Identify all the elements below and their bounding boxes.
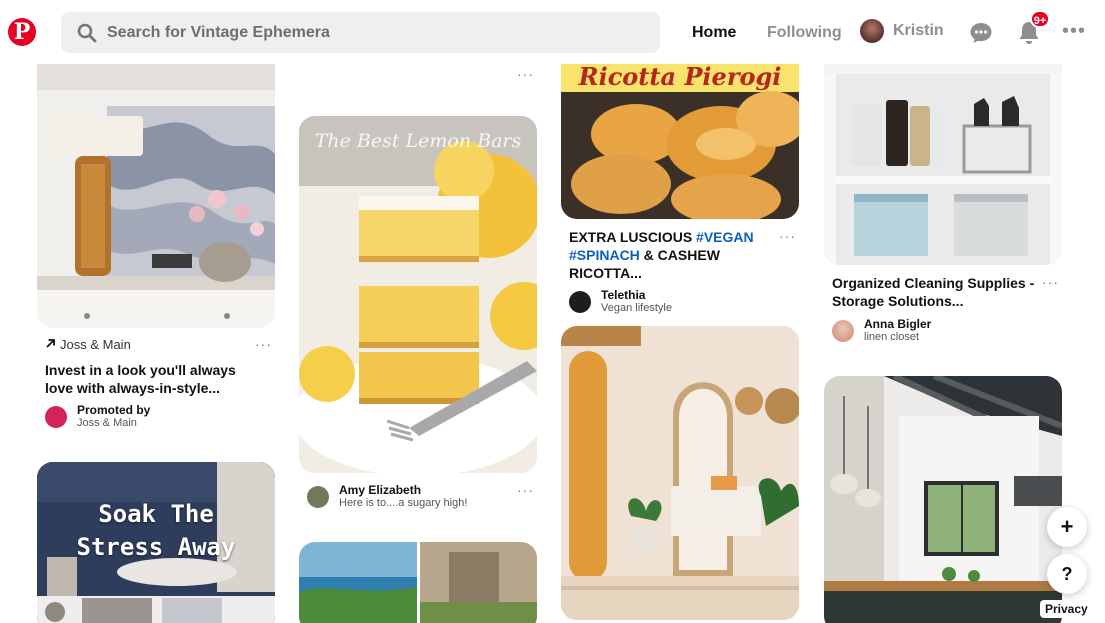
search-input[interactable] xyxy=(107,23,627,42)
cleaning-shelves-illustration xyxy=(824,64,1062,265)
pin-more-button[interactable]: ··· xyxy=(517,482,534,498)
pin-note: Here is to....a sugary high! xyxy=(339,497,468,509)
promoter-info: Promoted by Joss & Main xyxy=(77,404,150,430)
pin-more-button[interactable]: ··· xyxy=(779,228,796,244)
boho-room-illustration xyxy=(561,326,799,620)
messages-icon[interactable] xyxy=(969,21,993,45)
pin-title[interactable]: EXTRA LUSCIOUS #VEGAN #SPINACH & CASHEW … xyxy=(569,228,769,282)
pin-image-home-decor[interactable] xyxy=(37,64,275,328)
promoter-name: Joss & Main xyxy=(77,417,137,429)
pin-image-lemon-bars[interactable]: The Best Lemon Bars xyxy=(299,116,537,473)
pin-title[interactable]: Invest in a look you'll always love with… xyxy=(45,361,265,397)
title-text: RICOTTA... xyxy=(569,265,642,281)
pin-pinner[interactable]: Telethia Vegan lifestyle xyxy=(569,289,672,315)
image-caption-line-1: Soak The xyxy=(98,500,214,528)
board-name: linen closet xyxy=(864,331,920,343)
more-options-icon[interactable]: ••• xyxy=(1062,21,1086,41)
pin-image-coast[interactable] xyxy=(299,542,537,623)
pin-image-bath[interactable]: Soak The Stress Away xyxy=(37,462,275,623)
pin-title[interactable]: Organized Cleaning Supplies - Storage So… xyxy=(832,274,1037,310)
arrow-up-right-icon xyxy=(46,339,55,348)
pinner-info: Anna Bigler linen closet xyxy=(864,318,931,344)
lemon-bars-illustration xyxy=(299,116,537,473)
image-caption: The Best Lemon Bars xyxy=(314,130,522,152)
hashtag-vegan[interactable]: #VEGAN xyxy=(696,229,754,245)
pin-image-kitchen[interactable] xyxy=(824,376,1062,623)
add-button[interactable]: + xyxy=(1047,507,1087,547)
profile-name: Kristin xyxy=(893,22,944,39)
pin-image-boho-room[interactable] xyxy=(561,326,799,620)
pin-pinner[interactable]: Anna Bigler linen closet xyxy=(832,318,931,344)
pin-more-button[interactable]: ··· xyxy=(1042,274,1059,290)
pin-source-link[interactable]: Joss & Main xyxy=(60,337,131,352)
top-navigation: P Home Following Kristin 9+ ••• xyxy=(0,0,1105,64)
help-button[interactable]: ? xyxy=(1047,554,1087,594)
pin-pinner[interactable]: Amy Elizabeth Here is to....a sugary hig… xyxy=(307,484,467,510)
title-text: EXTRA LUSCIOUS xyxy=(569,229,697,245)
title-text: & CASHEW xyxy=(639,247,720,263)
avatar xyxy=(307,486,329,508)
profile-link[interactable]: Kristin xyxy=(860,19,944,43)
privacy-link[interactable]: Privacy xyxy=(1040,600,1093,618)
pinner-info: Telethia Vegan lifestyle xyxy=(601,289,672,315)
pin-image-pierogi[interactable]: Ricotta Pierogi xyxy=(561,64,799,219)
hashtag-spinach[interactable]: #SPINACH xyxy=(569,247,640,263)
avatar xyxy=(569,291,591,313)
pinner-info: Amy Elizabeth Here is to....a sugary hig… xyxy=(339,484,467,510)
search-icon xyxy=(77,23,97,42)
pinner-name: Anna Bigler xyxy=(864,317,932,331)
home-decor-illustration xyxy=(37,64,275,328)
search-bar[interactable] xyxy=(61,12,660,53)
image-caption: Ricotta Pierogi xyxy=(578,64,782,91)
nav-following-link[interactable]: Following xyxy=(767,24,842,42)
avatar xyxy=(45,406,67,428)
pinterest-logo-icon[interactable]: P xyxy=(8,18,36,46)
pin-more-button[interactable]: ··· xyxy=(255,336,272,352)
pin-more-button[interactable]: ··· xyxy=(517,66,534,82)
avatar xyxy=(860,19,884,43)
pinner-name: Telethia xyxy=(601,288,646,302)
pin-promoter[interactable]: Promoted by Joss & Main xyxy=(45,404,150,430)
image-caption-line-2: Stress Away xyxy=(76,533,236,561)
nav-home-link[interactable]: Home xyxy=(692,24,736,42)
kitchen-illustration xyxy=(824,376,1062,623)
board-name: Vegan lifestyle xyxy=(601,302,672,314)
avatar xyxy=(832,320,854,342)
pinner-name: Amy Elizabeth xyxy=(339,483,422,497)
coast-illustration xyxy=(299,542,537,623)
promoted-label: Promoted by xyxy=(77,403,151,417)
pin-image-cleaning-supplies[interactable] xyxy=(824,64,1062,265)
notification-badge: 9+ xyxy=(1030,10,1050,28)
